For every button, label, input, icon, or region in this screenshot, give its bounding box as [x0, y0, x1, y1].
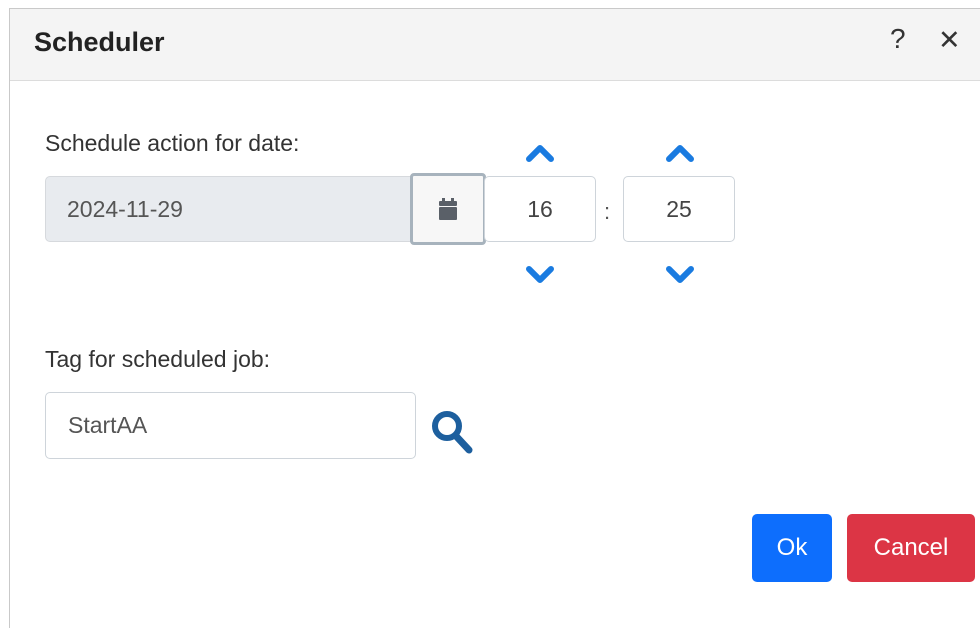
- schedule-date-label: Schedule action for date:: [45, 130, 300, 156]
- tag-label: Tag for scheduled job:: [45, 346, 271, 372]
- date-field[interactable]: 2024-11-29: [45, 176, 411, 242]
- ok-button[interactable]: Ok: [752, 514, 832, 582]
- dialog-title: Scheduler: [34, 27, 165, 57]
- dialog-header: Scheduler ? ✕: [10, 9, 980, 81]
- minute-down-chevron-icon[interactable]: [665, 264, 695, 286]
- help-button[interactable]: ?: [890, 23, 906, 55]
- hour-up-chevron-icon[interactable]: [525, 141, 555, 163]
- close-button[interactable]: ✕: [938, 25, 961, 56]
- search-icon[interactable]: [430, 409, 474, 455]
- minute-up-chevron-icon[interactable]: [665, 141, 695, 163]
- minute-field[interactable]: 25: [623, 176, 735, 242]
- cancel-button[interactable]: Cancel: [847, 514, 975, 582]
- scheduler-dialog: Scheduler ? ✕ Schedule action for date: …: [9, 8, 980, 628]
- tag-input[interactable]: StartAA: [45, 392, 416, 459]
- hour-field[interactable]: 16: [484, 176, 596, 242]
- hour-down-chevron-icon[interactable]: [525, 264, 555, 286]
- calendar-button[interactable]: [410, 173, 486, 245]
- time-separator: :: [604, 199, 611, 224]
- calendar-icon: [439, 198, 457, 220]
